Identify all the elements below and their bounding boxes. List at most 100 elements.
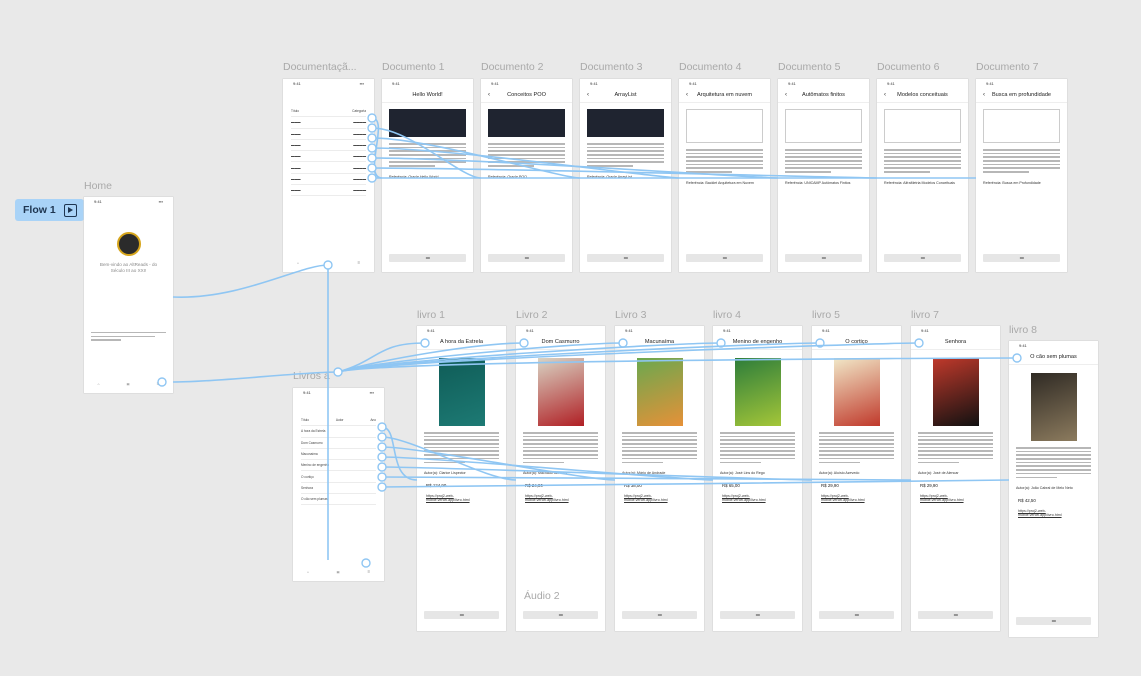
back-icon[interactable]: ‹	[720, 335, 722, 349]
frame-documento-3[interactable]: 9:41 ‹ ArrayList Referência: Oracle ArrayLi…	[580, 79, 671, 272]
frame-label-book: livro 1	[417, 309, 446, 321]
table-row[interactable]: ▬▬▬ ▬▬▬▬	[291, 185, 366, 197]
book-link[interactable]: https://proj2-web-mobile.vercel.app/livr…	[426, 494, 497, 502]
audio-button[interactable]: ◂◂	[424, 611, 499, 619]
frame-home[interactable]: 9:41 ▪▪▪ Bem-vindo ao AltReads - do Sécul…	[84, 197, 173, 393]
back-icon[interactable]: ‹	[1016, 350, 1018, 364]
book-link[interactable]: https://proj2-web-mobile.vercel.app/livr…	[821, 494, 892, 502]
book-link[interactable]: https://proj2-web-mobile.vercel.app/livr…	[525, 494, 596, 502]
frame-livros-list[interactable]: 9:41 ▪▪▪ Título Autor Ano A hora da Estrela…	[293, 388, 384, 581]
document-reference[interactable]: Referência: Oracle Hello World	[389, 175, 466, 179]
audio-button[interactable]: ◂◂	[720, 611, 795, 619]
table-row[interactable]: Senhora	[301, 483, 376, 495]
audio-button[interactable]: ◂◂	[523, 611, 598, 619]
frame-documento-1[interactable]: 9:41 Hello World! Referência: Oracle Hello…	[382, 79, 473, 272]
frame-documento-5[interactable]: 9:41 ‹ Autômatos finitos Referência: UNICAM…	[778, 79, 869, 272]
home-subtitle: Bem-vindo ao AltReads - do Século III ao…	[99, 262, 158, 273]
frame-docs-list[interactable]: 9:41 ▪▪▪ Título Categoria ▬▬▬ ▬▬▬▬ ▬▬▬ ▬▬▬▬ …	[283, 79, 374, 272]
home-tab-icon[interactable]: ⌂	[307, 570, 309, 574]
document-reference[interactable]: Referência: AlfraMetria Modelos Conceitu…	[884, 181, 961, 185]
screen-title: ArrayList	[614, 92, 637, 98]
screen-header: ‹ Modelos conceituais	[877, 88, 968, 103]
table-row[interactable]: ▬▬▬ ▬▬▬▬	[291, 162, 366, 174]
frame-documento-7[interactable]: 9:41 ‹ Busca em profundidade Referência: Bu…	[976, 79, 1067, 272]
audio-button[interactable]: ◂◂	[488, 254, 565, 262]
books-tab-icon[interactable]: ☰	[367, 570, 370, 574]
book-title: O cortiço	[845, 339, 868, 345]
table-row[interactable]: ▬▬▬ ▬▬▬▬	[291, 151, 366, 163]
table-row[interactable]: A hora da Estrela	[301, 426, 376, 438]
table-row[interactable]: O cortiço	[301, 471, 376, 483]
screen-header: ‹ Busca em profundidade	[976, 88, 1067, 103]
book-synopsis	[918, 432, 993, 463]
frame-livro-3[interactable]: 9:41 ‹ Macunaíma Autor(a): Mário de Andrade…	[615, 326, 704, 631]
audio-button[interactable]: ◂◂	[622, 611, 697, 619]
audio-button[interactable]: ◂◂	[587, 254, 664, 262]
table-row[interactable]: ▬▬▬ ▬▬▬▬	[291, 140, 366, 152]
audio-button[interactable]: ◂◂	[918, 611, 993, 619]
table-row[interactable]: Menino de engenho	[301, 460, 376, 472]
table-row[interactable]: ▬▬▬ ▬▬▬▬	[291, 174, 366, 186]
book-link[interactable]: https://proj2-web-mobile.vercel.app/livr…	[920, 494, 991, 502]
audio-button[interactable]: ◂◂	[785, 254, 862, 262]
document-reference[interactable]: Referência: Oracle ArrayList	[587, 175, 664, 179]
frame-livro-6[interactable]: 9:41 ‹ Senhora Autor(a): José de Alencar R$ …	[911, 326, 1000, 631]
frame-livro-7[interactable]: 9:41 ‹ O cão sem plumas Autor(a): João Cabr…	[1009, 341, 1098, 637]
document-reference[interactable]: Referência: Backlet Arquitetura em Nuvem	[686, 181, 763, 185]
status-bar: 9:41	[526, 328, 534, 333]
back-icon[interactable]: ‹	[424, 335, 426, 349]
prototype-canvas[interactable]: Flow 1 Home 9:41 ▪▪▪ Bem-vindo ao AltRead…	[0, 0, 1141, 676]
book-link[interactable]: https://proj2-web-mobile.vercel.app/livr…	[624, 494, 695, 502]
back-icon[interactable]: ‹	[686, 88, 688, 102]
docs-tab-icon[interactable]: ▤	[127, 382, 130, 386]
frame-livro-1[interactable]: 9:41 ‹ A hora da Estrela Autor(a): Clarice …	[417, 326, 506, 631]
book-link[interactable]: https://proj2-web-mobile.vercel.app/livr…	[1018, 509, 1089, 517]
document-reference[interactable]: Referência: Oracle POO	[488, 175, 565, 179]
table-row[interactable]: Macunaíma	[301, 449, 376, 461]
document-text	[983, 149, 1060, 173]
document-reference[interactable]: Referência: UNICAMP Autômatos Finitos	[785, 181, 862, 185]
screen-header: ‹ O cortiço	[812, 335, 901, 350]
status-bar: 9:41	[427, 328, 435, 333]
frame-livro-5[interactable]: 9:41 ‹ O cortiço Autor(a): Aluísio Azevedo R…	[812, 326, 901, 631]
audio-button[interactable]: ◂◂	[819, 611, 894, 619]
books-tab-icon[interactable]: ☰	[357, 261, 360, 265]
back-icon[interactable]: ‹	[918, 335, 920, 349]
frame-documento-6[interactable]: 9:41 ‹ Modelos conceituais Referência: Alfr…	[877, 79, 968, 272]
home-tab-icon[interactable]: ⌂	[98, 382, 100, 386]
frame-documento-4[interactable]: 9:41 ‹ Arquitetura em nuvem Referência: Bac…	[679, 79, 770, 272]
back-icon[interactable]: ‹	[622, 335, 624, 349]
back-icon[interactable]: ‹	[587, 88, 589, 102]
docs-tab-icon[interactable]: ▤	[337, 570, 340, 574]
table-row[interactable]: ▬▬▬ ▬▬▬▬	[291, 129, 366, 140]
back-icon[interactable]: ‹	[523, 335, 525, 349]
flow-start-badge[interactable]: Flow 1	[15, 199, 84, 221]
hotspot-dot[interactable]	[333, 367, 343, 377]
frame-livro-4[interactable]: 9:41 ‹ Menino de engenho Autor(a): José Lin…	[713, 326, 802, 631]
books-tab-icon[interactable]: ☰	[157, 382, 160, 386]
book-synopsis	[622, 432, 697, 463]
audio-button[interactable]: ◂◂	[884, 254, 961, 262]
frame-documento-2[interactable]: 9:41 ‹ Conceitos POO Referência: Oracle POO…	[481, 79, 572, 272]
audio-button[interactable]: ◂◂	[983, 254, 1060, 262]
back-icon[interactable]: ‹	[488, 88, 490, 102]
book-link[interactable]: https://proj2-web-mobile.vercel.app/livr…	[722, 494, 793, 502]
back-icon[interactable]: ‹	[819, 335, 821, 349]
book-back-connection	[337, 342, 426, 373]
play-icon[interactable]	[63, 203, 77, 217]
audio-button[interactable]: ◂◂	[686, 254, 763, 262]
back-icon[interactable]: ‹	[884, 88, 886, 102]
back-icon[interactable]: ‹	[785, 88, 787, 102]
frame-livro-2[interactable]: 9:41 ‹ Dom Casmurro Autor(a): Machado de As…	[516, 326, 605, 631]
docs-tab-icon[interactable]: ▤	[327, 261, 330, 265]
document-illustration	[884, 109, 961, 143]
table-row[interactable]: ▬▬▬ ▬▬▬▬	[291, 117, 366, 129]
table-row[interactable]: Dom Casmurro	[301, 438, 376, 449]
table-row[interactable]: O cão sem plumas	[301, 494, 376, 506]
audio-button[interactable]: ◂◂	[389, 254, 466, 262]
document-reference[interactable]: Referência: Busca em Profundidade	[983, 181, 1060, 185]
audio-button[interactable]: ◂◂	[1016, 617, 1091, 625]
home-tab-icon[interactable]: ⌂	[297, 261, 299, 265]
book-author: Autor(a): Machado de Assis	[523, 471, 568, 475]
back-icon[interactable]: ‹	[983, 88, 985, 102]
